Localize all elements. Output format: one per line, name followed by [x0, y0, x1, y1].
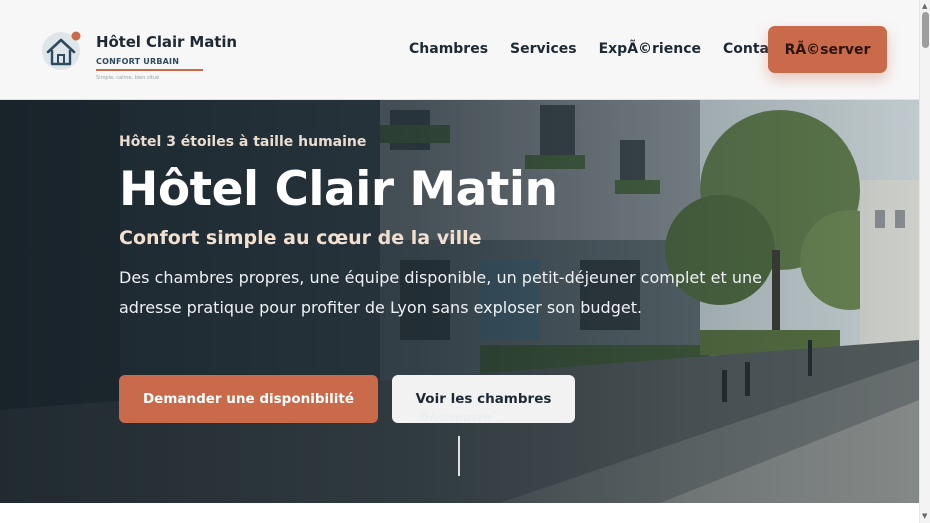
brand-logo-link[interactable]: Hôtel Clair Matin CONFORT URBAIN Simple,…: [40, 28, 237, 81]
hero-eyebrow: Hôtel 3 étoiles à taille humaine: [119, 134, 367, 150]
brand-name: Hôtel Clair Matin: [96, 33, 237, 51]
scroll-discover-link[interactable]: DÃ©couvrir: [420, 411, 492, 424]
page-scrollbar[interactable]: ▲ ▼: [919, 0, 930, 523]
house-icon: [40, 28, 82, 70]
reserve-button[interactable]: RÃ©server: [768, 26, 887, 73]
hero-subtitle: Confort simple au cœur de la ville: [119, 227, 482, 249]
nav-link-services[interactable]: Services: [510, 41, 577, 57]
nav-link-experience[interactable]: ExpÃ©rience: [599, 41, 701, 57]
nav-link-chambres[interactable]: Chambres: [409, 41, 488, 57]
hero-description: Des chambres propres, une équipe disponi…: [119, 268, 762, 317]
scrollbar-thumb[interactable]: [922, 12, 929, 48]
hero-title: Hôtel Clair Matin: [119, 162, 558, 217]
brand-tagline: Simple, calme, bien situé: [96, 75, 160, 81]
scroll-down-arrow-icon[interactable]: ▼: [922, 512, 927, 520]
request-availability-button[interactable]: Demander une disponibilité: [119, 375, 378, 423]
hero-section: Hôtel 3 étoiles à taille humaine Hôtel C…: [0, 100, 919, 503]
main-nav: Chambres Services ExpÃ©rience Contact: [409, 41, 806, 57]
site-header: Hôtel Clair Matin CONFORT URBAIN Simple,…: [0, 0, 919, 100]
scroll-up-arrow-icon[interactable]: ▲: [922, 2, 927, 10]
scroll-indicator-line: [458, 436, 460, 476]
brand-subtitle: CONFORT URBAIN: [96, 57, 180, 66]
hero-content: Hôtel 3 étoiles à taille humaine Hôtel C…: [119, 100, 779, 323]
brand-underline: [96, 69, 203, 71]
